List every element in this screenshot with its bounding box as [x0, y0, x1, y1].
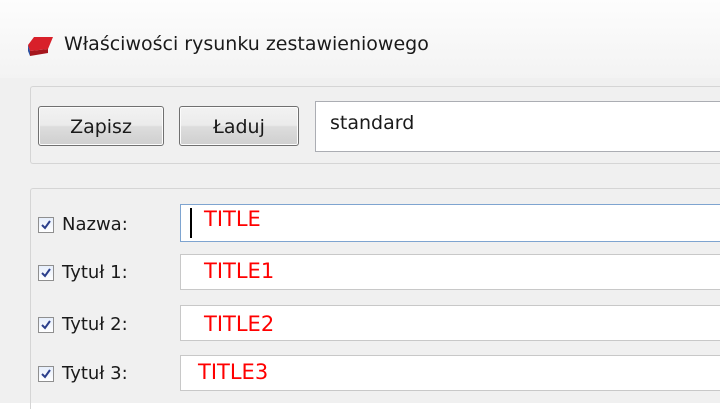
title2-value: TITLE2	[204, 312, 275, 336]
name-checkbox[interactable]	[38, 217, 54, 233]
title2-checkbox[interactable]	[38, 317, 54, 333]
title1-value: TITLE1	[204, 259, 275, 283]
text-caret	[190, 208, 192, 238]
checkmark-icon	[41, 320, 51, 330]
checkmark-icon	[41, 369, 51, 379]
window-title: Właściwości rysunku zestawieniowego	[64, 33, 429, 55]
app-icon	[28, 37, 53, 56]
title1-label: Tytuł 1:	[62, 262, 128, 283]
properties-dialog: Właściwości rysunku zestawieniowego Zapi…	[0, 0, 720, 409]
save-button[interactable]: Zapisz	[38, 106, 164, 146]
title3-value: TITLE3	[198, 360, 269, 384]
name-field[interactable]	[180, 204, 720, 242]
profile-name-input[interactable]: standard	[315, 101, 720, 152]
load-button[interactable]: Ładuj	[179, 106, 299, 146]
name-label: Nazwa:	[62, 214, 128, 235]
title3-checkbox[interactable]	[38, 366, 54, 382]
title1-checkbox[interactable]	[38, 265, 54, 281]
checkmark-icon	[41, 220, 51, 230]
title3-label: Tytuł 3:	[62, 363, 128, 384]
name-value: TITLE	[204, 207, 261, 231]
checkmark-icon	[41, 268, 51, 278]
title2-label: Tytuł 2:	[62, 314, 128, 335]
